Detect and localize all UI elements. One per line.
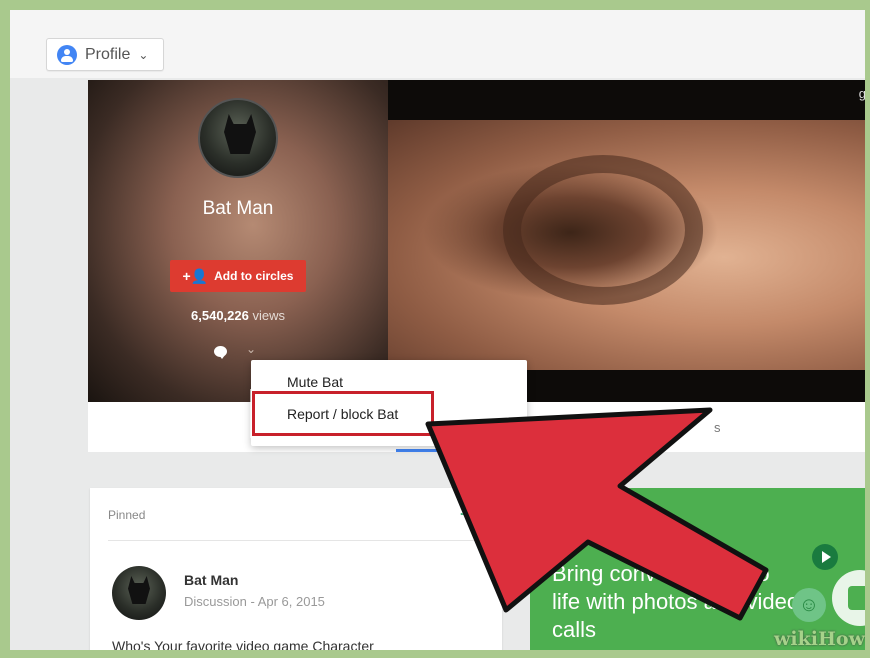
wikihow-watermark: wikiHow xyxy=(774,628,865,650)
annotation-arrow xyxy=(425,407,769,621)
screenshot-frame: Profile ⌄ Bat Man +👤 Add to circles 6,54… xyxy=(10,10,865,650)
watermark-wiki: wiki xyxy=(774,628,818,650)
red-pointer-arrow-shape xyxy=(425,407,769,621)
watermark-how: How xyxy=(817,628,865,650)
